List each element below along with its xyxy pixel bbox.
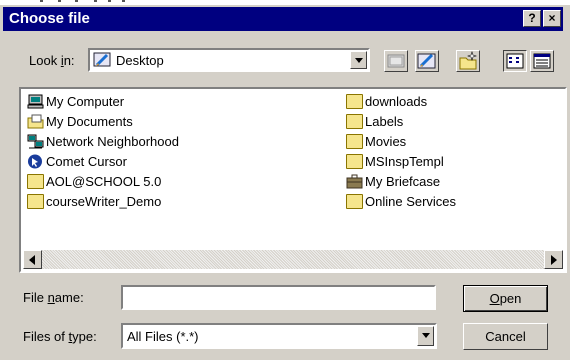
item-name: Online Services xyxy=(365,194,457,209)
open-button[interactable]: Open xyxy=(463,285,548,312)
folder-icon xyxy=(346,154,363,169)
item-name: courseWriter_Demo xyxy=(46,194,162,209)
close-button[interactable]: × xyxy=(543,10,561,27)
title-bar[interactable]: Choose file ? × xyxy=(3,7,563,31)
list-view-icon xyxy=(506,53,524,69)
item-name: My Documents xyxy=(46,114,133,129)
folder-icon xyxy=(27,174,44,189)
desktop-icon xyxy=(93,52,111,67)
files-of-type-select[interactable]: All Files (*.*) xyxy=(121,323,437,349)
file-list[interactable]: My Computer My Documents Network Neighbo… xyxy=(19,87,567,273)
item-name: AOL@SCHOOL 5.0 xyxy=(46,174,162,189)
folder-icon xyxy=(346,94,363,109)
item-name: Labels xyxy=(365,114,404,129)
my-documents-icon xyxy=(27,114,44,129)
comet-cursor-icon xyxy=(28,154,42,169)
look-in-label: Look in: xyxy=(29,53,75,68)
go-to-desktop-button[interactable] xyxy=(415,50,439,72)
item-name: Movies xyxy=(365,134,407,149)
item-name: MSInspTempl xyxy=(365,154,444,169)
network-neighborhood-icon xyxy=(27,134,44,149)
open-button-accel: O xyxy=(489,291,500,306)
folder-icon xyxy=(346,114,363,129)
folder-icon xyxy=(27,194,44,209)
open-button-label: pen xyxy=(499,291,522,306)
cancel-button[interactable]: Cancel xyxy=(463,323,548,350)
item-name: My Computer xyxy=(46,94,125,109)
briefcase-icon xyxy=(346,174,363,189)
files-of-type-value: All Files (*.*) xyxy=(127,329,199,344)
item-name: Comet Cursor xyxy=(46,154,127,169)
my-computer-icon xyxy=(27,94,44,109)
item-name: Network Neighborhood xyxy=(46,134,179,149)
close-icon: × xyxy=(548,11,556,25)
help-button[interactable]: ? xyxy=(523,10,541,27)
look-in-value: Desktop xyxy=(116,53,164,68)
folder-icon xyxy=(346,194,363,209)
file-name-input[interactable] xyxy=(121,285,436,310)
item-name: downloads xyxy=(365,94,428,109)
choose-file-dialog: Choose file ? × Look in: Desktop My Comp… xyxy=(0,5,570,360)
look-in-dropdown-arrow[interactable] xyxy=(350,51,367,69)
create-new-folder-button[interactable] xyxy=(456,50,480,72)
details-view-button[interactable] xyxy=(530,50,554,72)
files-of-type-dropdown-arrow[interactable] xyxy=(417,326,434,346)
help-icon: ? xyxy=(528,11,536,25)
file-name-label: File name: xyxy=(23,290,84,305)
folder-icon xyxy=(346,134,363,149)
list-view-button[interactable] xyxy=(503,50,527,72)
files-of-type-label: Files of type: xyxy=(23,329,97,344)
look-in-combo[interactable]: Desktop xyxy=(88,48,370,72)
up-one-level-button[interactable] xyxy=(384,50,408,72)
horizontal-scrollbar[interactable] xyxy=(23,250,563,269)
desktop-icon xyxy=(417,53,436,69)
item-name: My Briefcase xyxy=(365,174,441,189)
new-folder-icon xyxy=(459,51,477,70)
scroll-right-button[interactable] xyxy=(544,250,563,269)
scroll-left-button[interactable] xyxy=(23,250,42,269)
up-one-level-icon xyxy=(387,54,405,68)
dialog-title: Choose file xyxy=(9,10,90,27)
details-view-icon xyxy=(533,53,551,69)
